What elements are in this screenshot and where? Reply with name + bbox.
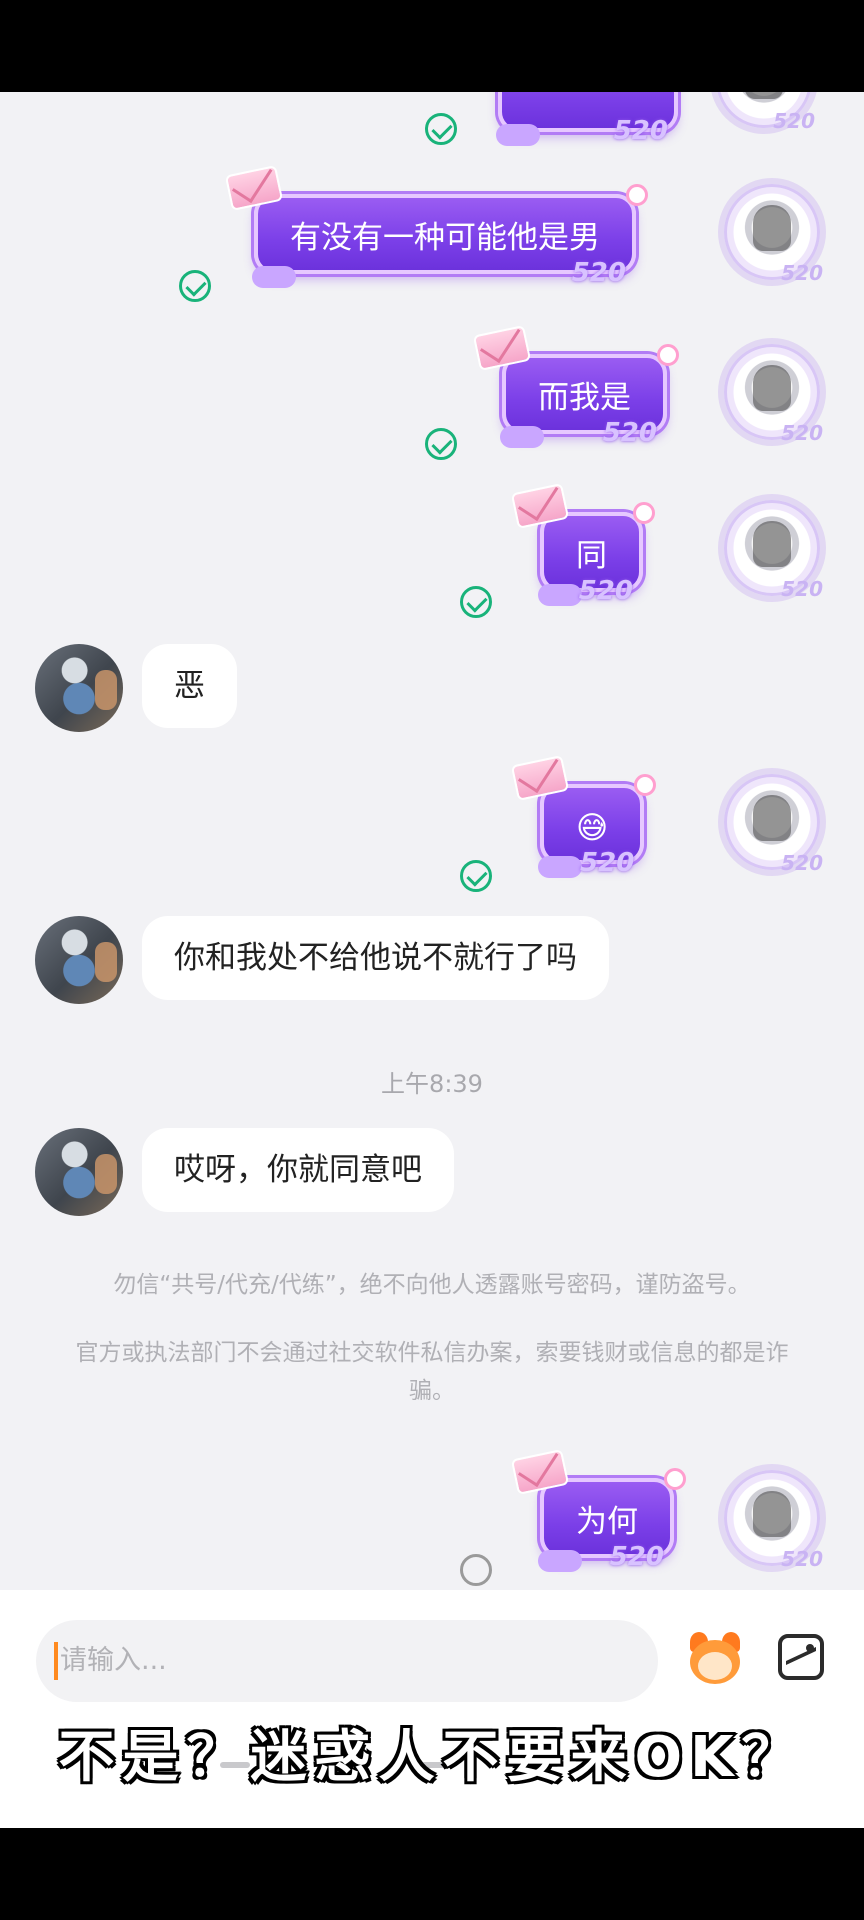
delivered-check-icon — [179, 270, 211, 302]
message-bubble-in[interactable]: 哎呀，你就同意吧 — [142, 1128, 454, 1212]
message-text: 而我是 — [538, 380, 631, 416]
message-text: 有没有一种可能他是男 — [290, 220, 600, 256]
message-timestamp: 上午8:39 — [381, 1070, 483, 1098]
fraud-notice: 官方或执法部门不会通过社交软件私信办案，索要钱财或信息的都是诈骗。 — [75, 1340, 789, 1404]
chat-area[interactable]: 520 有没有一种可能他是男 520 而我是 520 同 520 恶 😅 520… — [0, 92, 864, 1590]
my-avatar[interactable] — [724, 184, 823, 285]
sticker-icon[interactable] — [684, 1632, 746, 1688]
message-text: 你和我处不给他说不就行了吗 — [174, 940, 577, 976]
pending-circle-icon — [460, 1554, 492, 1586]
message-text: 为何 — [576, 1504, 638, 1540]
message-text: 😅 — [576, 810, 609, 846]
delivered-check-icon — [425, 428, 457, 460]
bottom-black-bar — [0, 1828, 864, 1920]
my-avatar[interactable] — [724, 344, 823, 445]
message-bubble-in[interactable]: 恶 — [142, 644, 237, 728]
message-bubble-in[interactable]: 你和我处不给他说不就行了吗 — [142, 916, 609, 1000]
message-input[interactable]: 请输入... — [36, 1620, 658, 1702]
message-bubble-out[interactable]: 有没有一种可能他是男 520 — [224, 164, 648, 288]
my-avatar[interactable] — [724, 1470, 823, 1571]
top-black-bar — [0, 0, 864, 92]
message-text: 恶 — [174, 668, 205, 704]
message-text: 哎呀，你就同意吧 — [174, 1152, 422, 1188]
message-text: 同 — [576, 538, 607, 574]
my-avatar[interactable] — [724, 774, 823, 875]
my-avatar[interactable] — [724, 500, 823, 601]
message-bubble-out[interactable]: 为何 520 — [510, 1448, 686, 1572]
contact-avatar[interactable] — [35, 1128, 123, 1216]
message-bubble-out[interactable]: 同 520 — [510, 482, 655, 606]
video-caption: 不是？迷惑人不要来OK？ — [57, 1723, 806, 1792]
delivered-check-icon — [460, 860, 492, 892]
message-bubble-out[interactable]: 520 — [496, 92, 678, 146]
image-icon[interactable] — [778, 1634, 824, 1680]
message-bubble-out[interactable]: 😅 520 — [510, 754, 657, 878]
security-notice: 勿信“共号/代充/代练”，绝不向他人透露账号密码，谨防盗号。 — [113, 1272, 751, 1298]
input-placeholder: 请输入... — [60, 1645, 167, 1676]
my-avatar[interactable] — [716, 92, 815, 133]
contact-avatar[interactable] — [35, 916, 123, 1004]
message-bubble-out[interactable]: 而我是 520 — [472, 324, 679, 448]
text-caret — [54, 1642, 58, 1680]
delivered-check-icon — [425, 113, 457, 145]
contact-avatar[interactable] — [35, 644, 123, 732]
delivered-check-icon — [460, 586, 492, 618]
